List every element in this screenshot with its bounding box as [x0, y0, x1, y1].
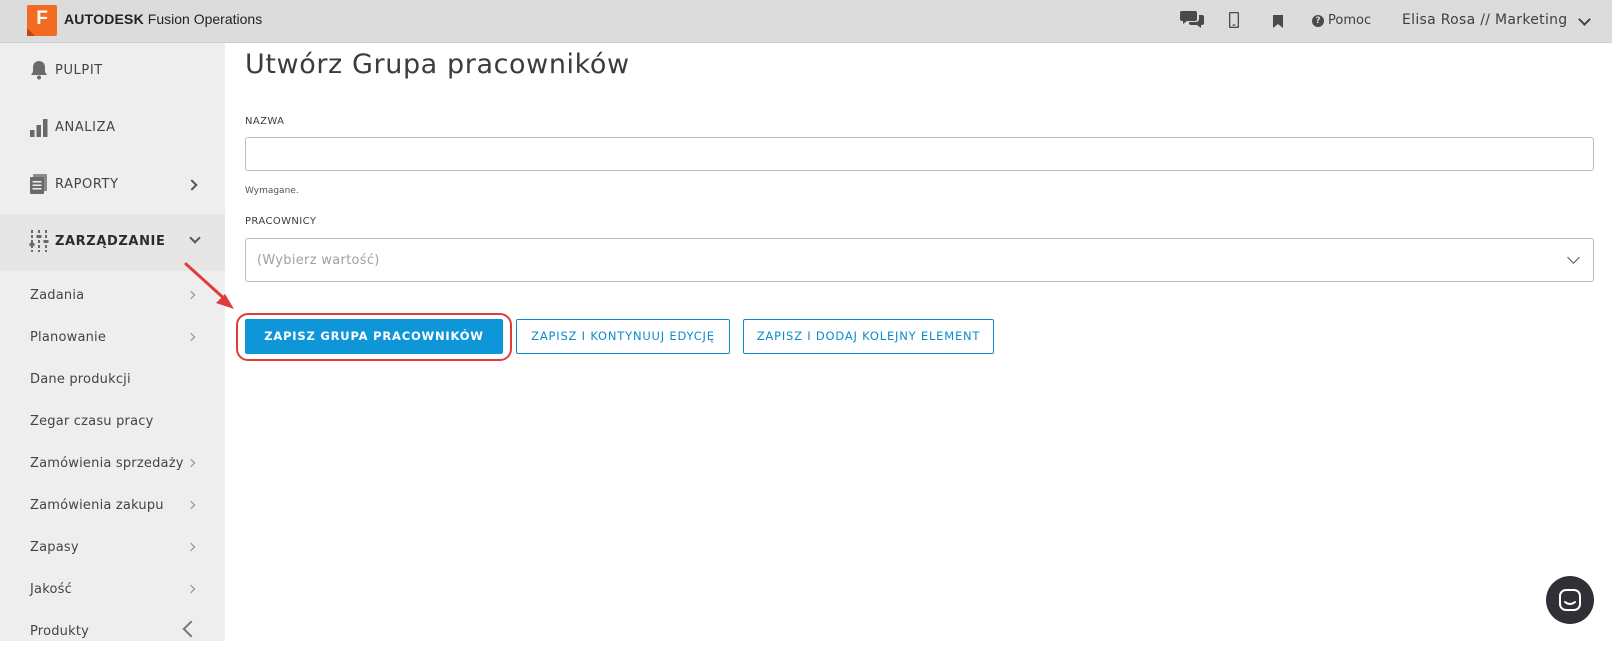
sidebar-subitem-zegar-czasu-pracy[interactable]: Zegar czasu pracy: [0, 401, 225, 443]
sidebar-subitem-label: Jakość: [30, 582, 72, 597]
sidebar-item-label: ANALIZA: [55, 120, 116, 135]
chevron-down-icon[interactable]: [1567, 251, 1580, 264]
bookmark-icon[interactable]: [1273, 13, 1283, 32]
chevron-down-icon: [189, 232, 201, 244]
reports-icon: [29, 173, 49, 199]
brand-name: AUTODESK Fusion Operations: [64, 11, 262, 27]
chevron-right-icon: [186, 179, 198, 191]
sidebar-subitem-label: Dane produkcji: [30, 372, 131, 387]
top-bar: F AUTODESK Fusion Operations ? Pomoc Elis…: [0, 0, 1612, 43]
annotation-arrow-icon: [178, 258, 240, 318]
chevron-down-icon[interactable]: [1578, 13, 1591, 26]
sidebar-item-label: RAPORTY: [55, 177, 119, 192]
fusion-logo[interactable]: F: [27, 5, 57, 36]
sidebar-subitem-label: Zadania: [30, 288, 85, 303]
sidebar-subitem-planowanie[interactable]: Planowanie: [0, 317, 225, 359]
page-title: Utwórz Grupa pracowników: [245, 49, 630, 80]
chevron-right-icon: [186, 584, 196, 594]
sidebar-subitem-zamowienia-zakupu[interactable]: Zamówienia zakupu: [0, 485, 225, 527]
sidebar-subitem-label: Zamówienia zakupu: [30, 498, 164, 513]
mobile-phone-icon[interactable]: [1228, 11, 1240, 32]
chat-icon: [1559, 589, 1581, 611]
sidebar-subitem-label: Zamówienia sprzedaży: [30, 456, 184, 471]
chevron-right-icon: [186, 542, 196, 552]
sidebar-subitem-label: Produkty: [30, 624, 90, 639]
sidebar-subitem-jakosc[interactable]: Jakość: [0, 569, 225, 611]
help-icon: ?: [1312, 15, 1324, 27]
sidebar-item-analiza[interactable]: ANALIZA: [0, 100, 225, 157]
sliders-icon: [29, 230, 49, 256]
sidebar-subitem-zamowienia-sprzedazy[interactable]: Zamówienia sprzedaży: [0, 443, 225, 485]
sidebar-subitem-label: Planowanie: [30, 330, 107, 345]
sidebar-subitem-dane-produkcji[interactable]: Dane produkcji: [0, 359, 225, 401]
sidebar-item-label: PULPIT: [55, 63, 103, 78]
sidebar-item-pulpit[interactable]: PULPIT: [0, 43, 225, 100]
sidebar-item-raporty[interactable]: RAPORTY: [0, 157, 225, 214]
help-link[interactable]: ? Pomoc: [1312, 13, 1371, 28]
name-label: NAZWA: [245, 116, 285, 127]
help-label: Pomoc: [1328, 13, 1372, 28]
user-menu[interactable]: Elisa Rosa // Marketing: [1402, 12, 1568, 28]
brand-product: Fusion Operations: [147, 11, 263, 27]
bell-icon: [29, 59, 49, 85]
sidebar-item-label: ZARZĄDZANIE: [55, 234, 166, 249]
name-required-hint: Wymagane.: [245, 186, 299, 196]
save-add-another-button[interactable]: ZAPISZ I DODAJ KOLEJNY ELEMENT: [743, 319, 994, 354]
chevron-right-icon: [186, 458, 196, 468]
brand-bold: AUTODESK: [64, 11, 144, 27]
chat-launcher-button[interactable]: [1546, 576, 1594, 624]
chat-bubbles-icon[interactable]: [1180, 9, 1204, 33]
sidebar-subitem-label: Zapasy: [30, 540, 79, 555]
employees-select[interactable]: (Wybierz wartość): [245, 238, 1594, 282]
name-input[interactable]: [245, 137, 1594, 171]
sidebar: PULPIT ANALIZA RAPORTY ZARZĄDZANIE Zadan…: [0, 43, 225, 641]
save-continue-button[interactable]: ZAPISZ I KONTYNUUJ EDYCJĘ: [516, 319, 730, 354]
employees-placeholder: (Wybierz wartość): [257, 253, 380, 268]
chevron-right-icon: [186, 332, 196, 342]
employees-label: PRACOWNICY: [245, 216, 317, 227]
save-button[interactable]: ZAPISZ GRUPA PRACOWNIKÓW: [245, 319, 503, 354]
chevron-right-icon: [186, 500, 196, 510]
bar-chart-icon: [29, 116, 49, 142]
sidebar-subitem-label: Zegar czasu pracy: [30, 414, 154, 429]
sidebar-subitem-zapasy[interactable]: Zapasy: [0, 527, 225, 569]
